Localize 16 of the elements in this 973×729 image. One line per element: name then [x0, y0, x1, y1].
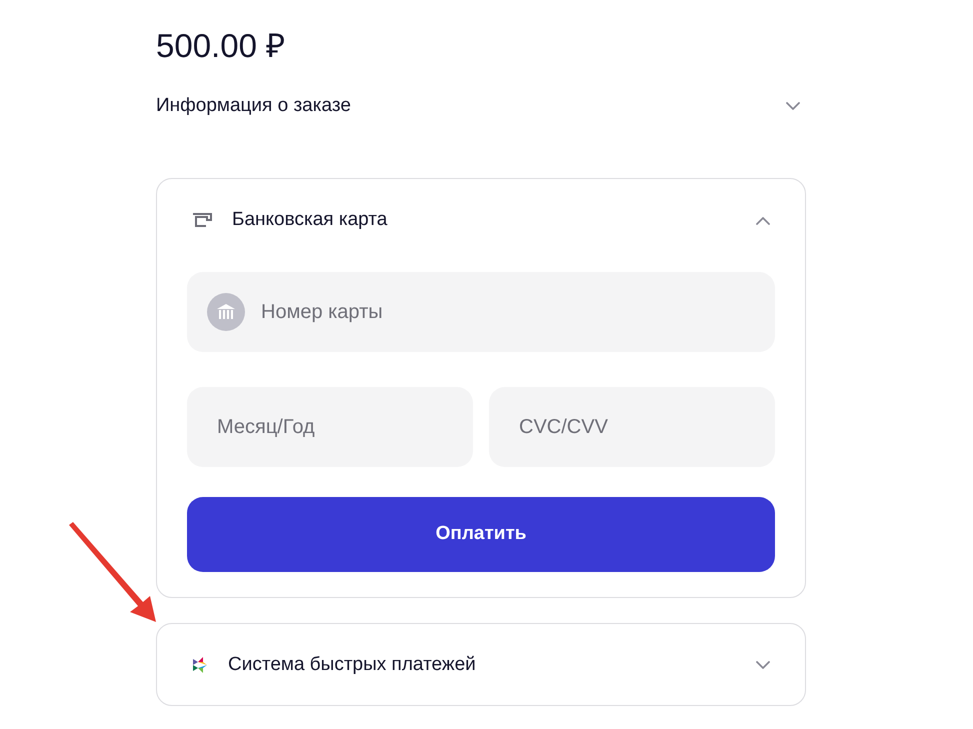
order-info-label: Информация о заказе — [156, 94, 352, 118]
method-header[interactable]: Система быстрых платежей — [157, 625, 805, 705]
collapse-chevron-icon — [756, 216, 770, 224]
amount: 500.00 ₽ — [156, 26, 286, 66]
method-title: Система быстрых платежей — [228, 652, 477, 677]
order-info-toggle[interactable]: Информация о заказе — [156, 86, 806, 126]
expand-chevron-icon — [756, 660, 770, 670]
input-field[interactable]: CVC/CVV — [489, 387, 775, 467]
method-header[interactable]: Банковская карта — [157, 180, 805, 260]
sbp-logo-icon — [192, 656, 208, 674]
method-title: Банковская карта — [232, 208, 388, 232]
card-icon — [192, 212, 212, 228]
expand-chevron-icon — [786, 102, 800, 110]
input-field[interactable]: Месяц/Год — [187, 387, 473, 467]
pay-button[interactable]: Оплатить — [187, 497, 775, 572]
input-field[interactable]: Номер карты — [187, 272, 775, 352]
